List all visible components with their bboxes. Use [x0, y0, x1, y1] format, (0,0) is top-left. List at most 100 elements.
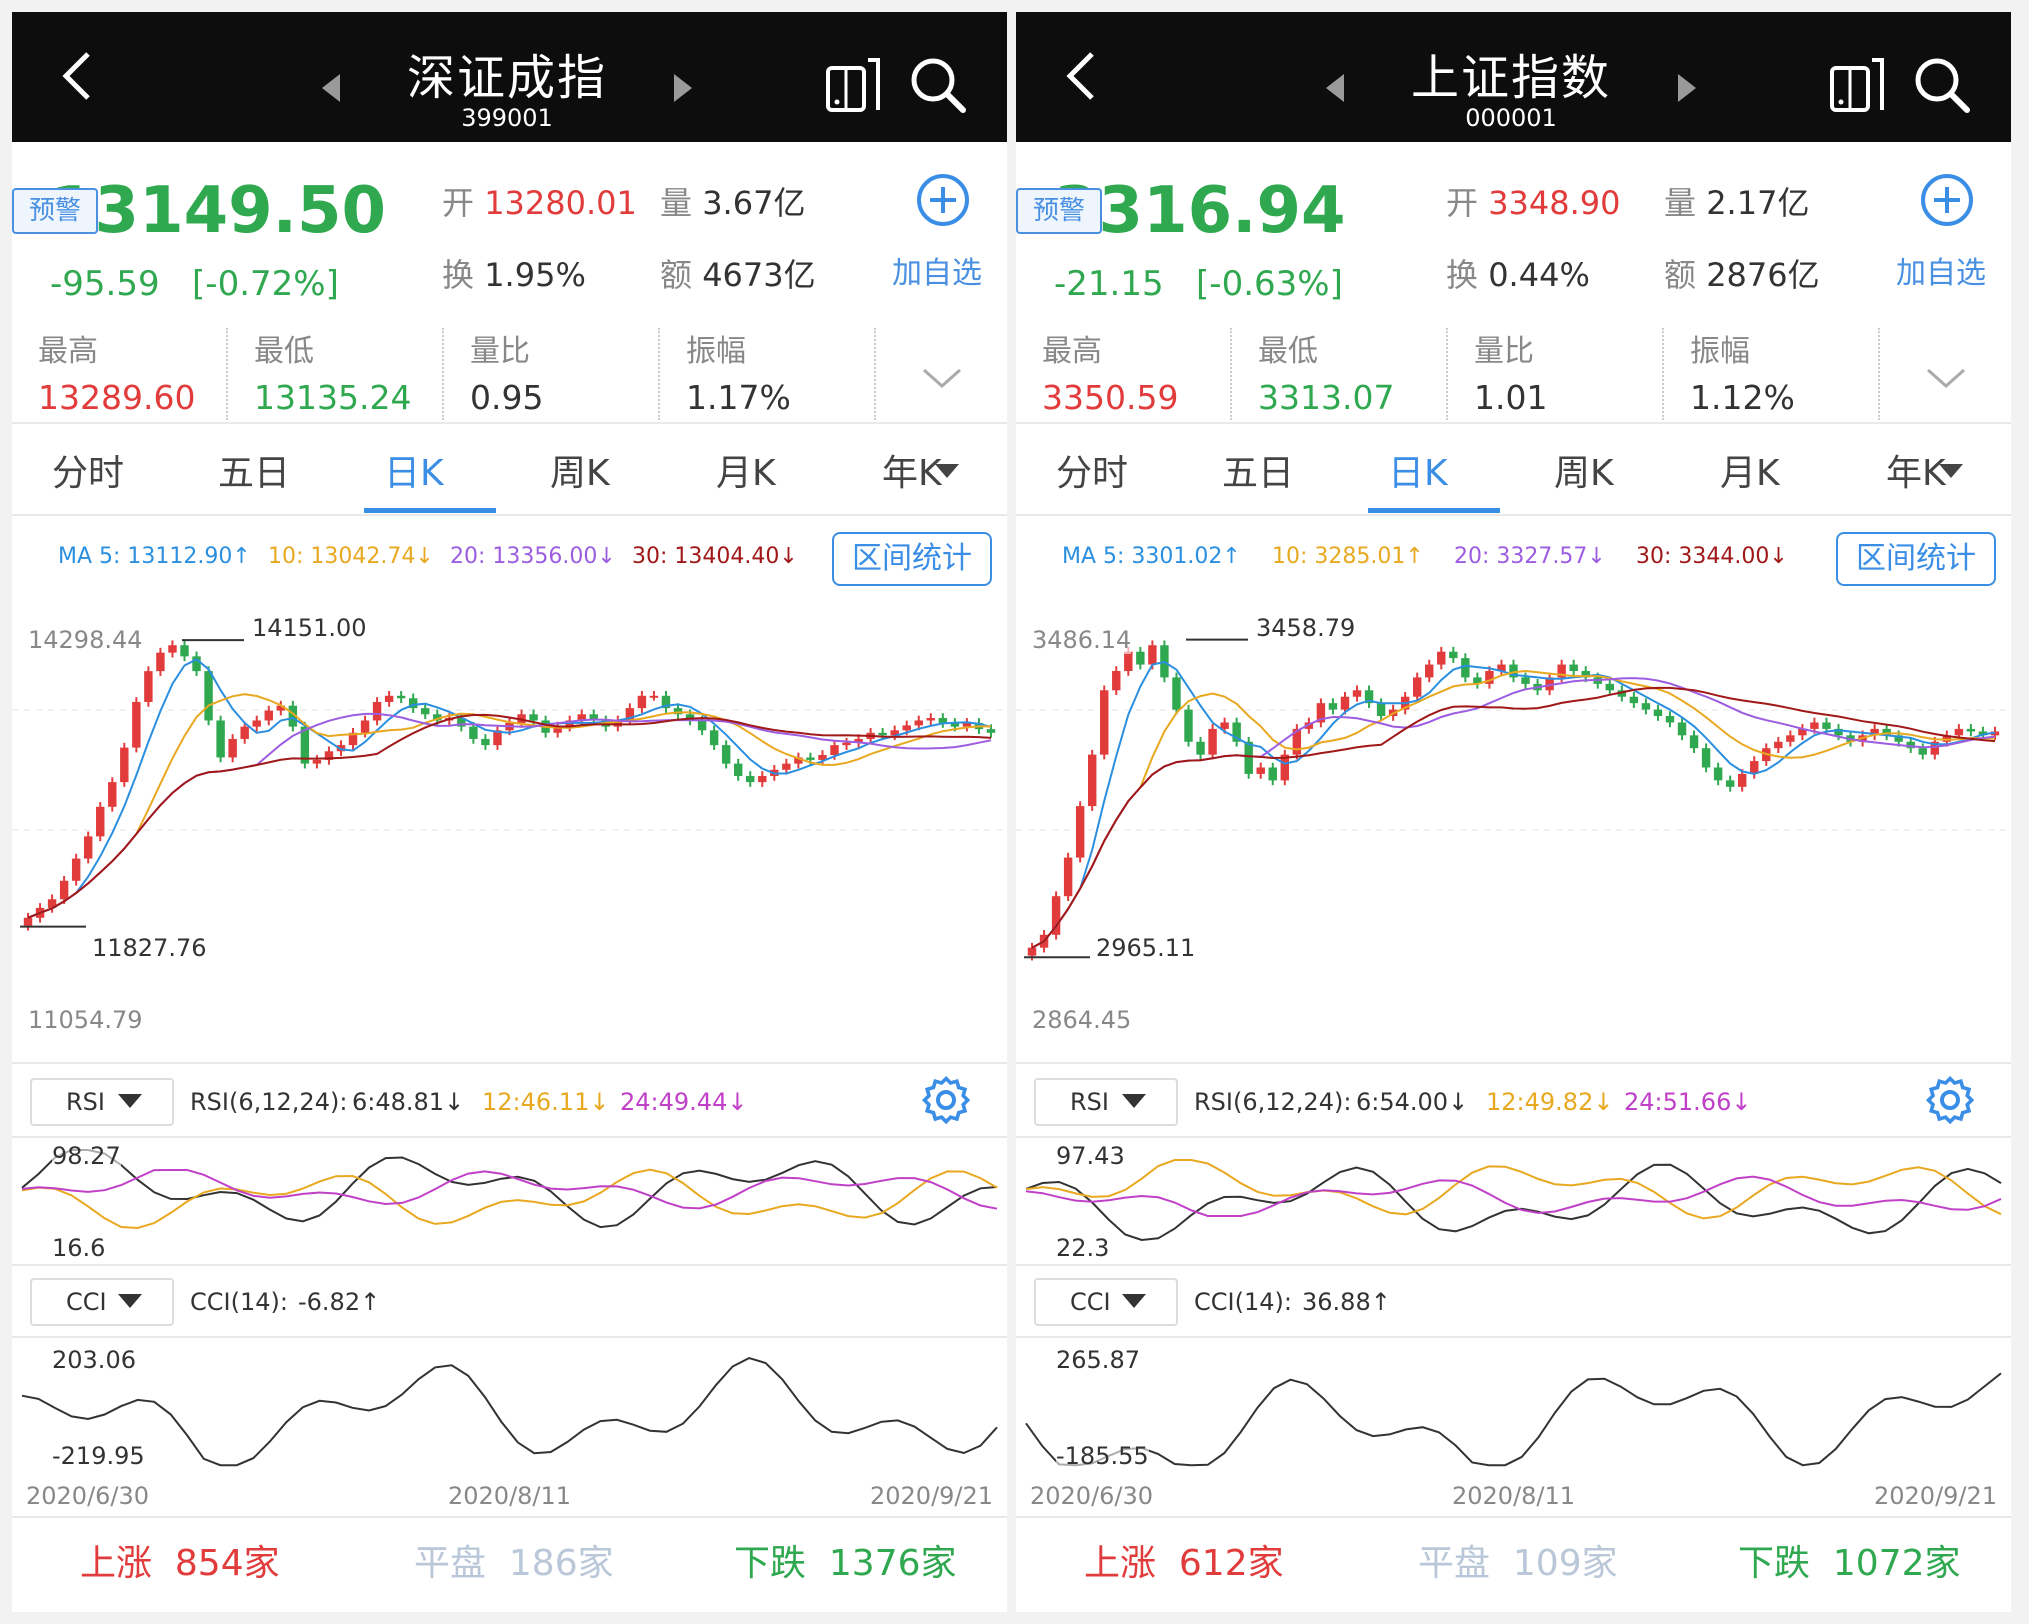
- stat-cell: 振幅 1.12%: [1690, 326, 1890, 417]
- divider: [1016, 514, 2011, 516]
- period-tab[interactable]: 五日: [218, 444, 290, 496]
- declining-value: 1072家: [1832, 1543, 1961, 1584]
- rsi6-value: 6:54.00↓: [1356, 1088, 1469, 1116]
- volume-label: 量: [1664, 184, 1697, 222]
- search-icon[interactable]: [1911, 54, 1973, 116]
- back-arrow-icon[interactable]: [48, 44, 112, 108]
- open-value: 13280.01: [484, 184, 637, 222]
- year-k-dropdown-icon[interactable]: [934, 462, 960, 480]
- period-tab[interactable]: 月K: [1720, 444, 1780, 496]
- rsi-bottom-value: 22.3: [1056, 1234, 1110, 1262]
- unchanged-value: 186家: [508, 1543, 614, 1584]
- change-percent: [-0.72%]: [192, 264, 339, 304]
- ma10-value: 10: 3285.01↑: [1272, 544, 1424, 569]
- dropdown-triangle-icon: [1122, 1294, 1146, 1308]
- add-watchlist-label[interactable]: 加自选: [1896, 248, 1986, 292]
- next-index-icon[interactable]: [662, 68, 702, 108]
- stat-divider: [1446, 328, 1448, 420]
- alert-button[interactable]: 预警: [1016, 188, 1102, 234]
- header-bar: 深证成指 399001: [12, 12, 1007, 142]
- period-tab[interactable]: 日K: [384, 444, 444, 496]
- candle-body: [1701, 748, 1711, 768]
- kline-chart[interactable]: [1016, 602, 2011, 1042]
- candle-body: [529, 714, 538, 721]
- kline-chart[interactable]: [12, 602, 1007, 1042]
- candle-body: [830, 745, 839, 755]
- candle-body: [1954, 728, 1964, 736]
- add-watchlist-label[interactable]: 加自选: [892, 248, 982, 292]
- index-title: 上证指数: [1410, 50, 1611, 106]
- layout-switch-icon[interactable]: [824, 56, 882, 114]
- period-tab[interactable]: 分时: [52, 444, 124, 496]
- date-end: 2020/9/21: [870, 1482, 994, 1510]
- rsi-chart[interactable]: [12, 1138, 1007, 1256]
- ma30-value: 30: 13404.40↓: [632, 544, 798, 569]
- dropdown-triangle-icon: [1122, 1094, 1146, 1108]
- settings-gear-icon[interactable]: [920, 1074, 972, 1126]
- advancing-count: 上涨 854家: [80, 1534, 280, 1586]
- candle-body: [733, 763, 743, 776]
- stat-divider: [226, 328, 228, 420]
- ma5-value: MA 5: 13112.90↑: [58, 544, 251, 569]
- open-value: 3348.90: [1488, 184, 1621, 222]
- rsi-selector-label: RSI: [66, 1088, 105, 1116]
- rsi12-value: 12:46.11↓: [482, 1088, 610, 1116]
- stat-cell: 量比 1.01: [1474, 326, 1674, 417]
- candle-body: [1677, 722, 1687, 736]
- divider: [1016, 422, 2011, 424]
- cci-selector[interactable]: CCI: [1034, 1278, 1178, 1326]
- rsi-selector[interactable]: RSI: [30, 1078, 174, 1126]
- candle-body: [1725, 780, 1735, 787]
- advancing-label: 上涨: [80, 1543, 153, 1584]
- candle-body: [108, 782, 117, 807]
- add-watchlist-icon[interactable]: [1919, 172, 1975, 228]
- candle-body: [649, 695, 659, 698]
- period-tab[interactable]: 月K: [716, 444, 776, 496]
- settings-gear-icon[interactable]: [1924, 1074, 1976, 1126]
- rsi-chart[interactable]: [1016, 1138, 2011, 1256]
- range-stats-button[interactable]: 区间统计: [1836, 532, 1996, 586]
- stat-label: 最高: [38, 334, 98, 369]
- search-icon[interactable]: [907, 54, 969, 116]
- alert-button[interactable]: 预警: [12, 188, 98, 234]
- cci-value: 36.88↑: [1302, 1288, 1391, 1316]
- chevron-down-icon[interactable]: [920, 364, 964, 392]
- change-value: -95.59: [50, 264, 160, 304]
- prev-index-icon[interactable]: [1316, 68, 1356, 108]
- layout-switch-icon[interactable]: [1828, 56, 1886, 114]
- volume-value: 2.17亿: [1706, 184, 1810, 222]
- period-tab[interactable]: 日K: [1388, 444, 1448, 496]
- chevron-down-icon[interactable]: [1924, 364, 1968, 392]
- period-tab[interactable]: 周K: [550, 444, 610, 496]
- date-start: 2020/6/30: [26, 1482, 150, 1510]
- candle-body: [1268, 767, 1277, 781]
- cci-chart[interactable]: [12, 1338, 1007, 1478]
- rsi24-value: 24:49.44↓: [620, 1088, 748, 1116]
- period-tab[interactable]: 年K: [1886, 444, 1946, 496]
- candle-body: [1172, 677, 1181, 710]
- add-watchlist-icon[interactable]: [915, 172, 971, 228]
- ma5-line: [27, 658, 992, 919]
- year-k-dropdown-icon[interactable]: [1938, 462, 1964, 480]
- unchanged-label: 平盘: [1418, 1543, 1491, 1584]
- period-tab[interactable]: 分时: [1056, 444, 1128, 496]
- range-stats-button[interactable]: 区间统计: [832, 532, 992, 586]
- rsi-selector[interactable]: RSI: [1034, 1078, 1178, 1126]
- candle-body: [1774, 741, 1783, 749]
- candle-body: [204, 671, 213, 721]
- index-code: 000001: [1465, 104, 1557, 132]
- cci-top-value: 203.06: [52, 1346, 136, 1374]
- period-tab[interactable]: 五日: [1222, 444, 1294, 496]
- prev-index-icon[interactable]: [312, 68, 352, 108]
- ma20-value: 20: 3327.57↓: [1454, 544, 1606, 569]
- cci-selector[interactable]: CCI: [30, 1278, 174, 1326]
- index-code: 399001: [461, 104, 553, 132]
- next-index-icon[interactable]: [1666, 68, 1706, 108]
- open-label: 开: [442, 184, 475, 222]
- candle-body: [312, 759, 322, 764]
- period-tab[interactable]: 周K: [1554, 444, 1614, 496]
- cci-chart[interactable]: [1016, 1338, 2011, 1478]
- last-price: 13149.50: [50, 174, 387, 248]
- period-tab[interactable]: 年K: [882, 444, 942, 496]
- back-arrow-icon[interactable]: [1052, 44, 1116, 108]
